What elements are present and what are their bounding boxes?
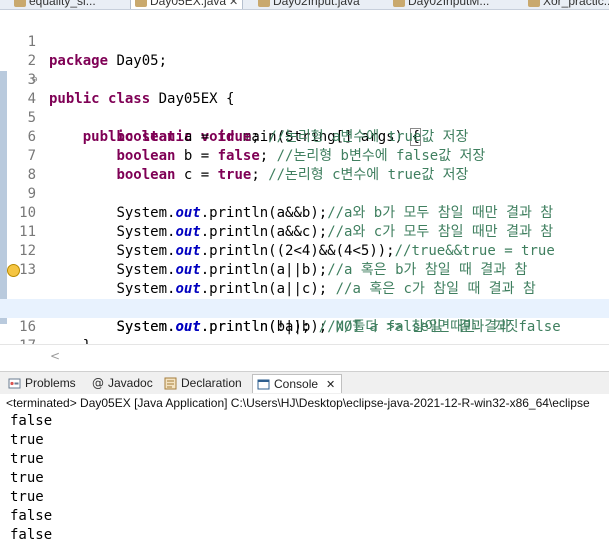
console-output[interactable]: false true true true true false false (0, 412, 609, 548)
horizontal-scrollbar[interactable]: < (0, 344, 609, 367)
close-icon[interactable]: ✕ (326, 378, 335, 391)
tab-problems[interactable]: Problems (8, 374, 76, 392)
close-icon[interactable]: ✕ (229, 0, 238, 8)
tab-equality[interactable]: equality_si... (14, 0, 96, 9)
code-line: 12 System.out.println(a||b);//a 혹은 b가 참일… (0, 223, 609, 278)
code-line: 14 System.out.println(b||b); //둘다 false일… (0, 261, 609, 335)
scroll-left-icon[interactable]: < (50, 349, 60, 363)
tab-label: Javadoc (108, 376, 153, 390)
code-line: 18 (0, 337, 609, 344)
tab-label: equality_si... (29, 0, 96, 8)
console-icon (257, 379, 270, 389)
code-editor[interactable]: 1 package Day05; 2 3 public class Day05E… (0, 10, 609, 344)
warning-icon[interactable] (7, 264, 20, 277)
code-line: 8 (0, 147, 609, 183)
java-file-icon (528, 0, 540, 7)
at-icon: @ (92, 376, 104, 390)
fold-toggle-icon[interactable]: ⊖ (32, 71, 37, 90)
tab-label: Xor_practic... (543, 0, 609, 8)
tab-label: Day05EX.java (150, 0, 227, 8)
tab-day02input[interactable]: Day02Input.java (258, 0, 360, 9)
problems-icon (8, 378, 21, 388)
console-line: true (10, 489, 44, 505)
code-line: 4 ⊖ public static void main(String[] arg… (0, 71, 609, 146)
editor-tab-bar: equality_si... Day05EX.java ✕ Day02Input… (0, 0, 609, 10)
tab-day02inputm[interactable]: Day02InputM... (393, 0, 489, 9)
console-line: false (10, 527, 53, 543)
tab-label: Day02Input.java (273, 0, 360, 8)
tab-declaration[interactable]: Declaration (164, 374, 242, 392)
java-file-icon (135, 0, 147, 7)
code-line: 11 System.out.println((2<4)&&(4<5));//tr… (0, 204, 609, 259)
code-line: 6 boolean b = false; //논리형 b변수에 false값 저… (0, 109, 609, 164)
console-line: true (10, 451, 44, 467)
console-line: true (10, 432, 44, 448)
declaration-icon (164, 377, 177, 389)
console-status: <terminated> Day05EX [Java Application] … (0, 394, 609, 413)
tab-label: Console (274, 377, 319, 391)
code-line: 7 boolean c = true; //논리형 c변수에 true값 저장 (0, 128, 609, 183)
code-line: 2 (0, 33, 609, 69)
code-line: 15 System.out.println(!a); //NOT a >> 참이… (0, 280, 609, 335)
code-line: 13 System.out.println(a||c); //a 혹은 c가 참… (0, 242, 609, 297)
java-file-icon (393, 0, 405, 7)
console-line: true (10, 470, 44, 486)
tab-xor-practice[interactable]: Xor_practic... (528, 0, 609, 9)
code-line-current: 16 } (0, 299, 609, 344)
code-line: 9 System.out.println(a&&b);//a와 b가 모두 참일… (0, 166, 609, 221)
tab-label: Day02InputM... (408, 0, 490, 8)
tab-javadoc[interactable]: @ Javadoc (92, 374, 153, 392)
tab-label: Declaration (181, 376, 242, 390)
view-tab-bar: Problems @ Javadoc Declaration Console ✕ (0, 371, 609, 395)
code-line: 5 boolean a = true; //논리형 a변수에 true값 저장 (0, 90, 609, 145)
tab-console[interactable]: Console ✕ (252, 374, 343, 393)
console-line: false (10, 508, 53, 524)
java-file-icon (14, 0, 26, 7)
tab-label: Problems (25, 376, 76, 390)
code-line: 3 public class Day05EX { (0, 52, 609, 107)
code-line: 17 } (0, 318, 609, 344)
code-line: 10 System.out.println(a&&c);//a와 c가 모두 참… (0, 185, 609, 240)
tab-day05ex[interactable]: Day05EX.java ✕ (130, 0, 244, 9)
console-line: false (10, 413, 53, 429)
code-line: 1 package Day05; (0, 14, 609, 69)
java-file-icon (258, 0, 270, 7)
